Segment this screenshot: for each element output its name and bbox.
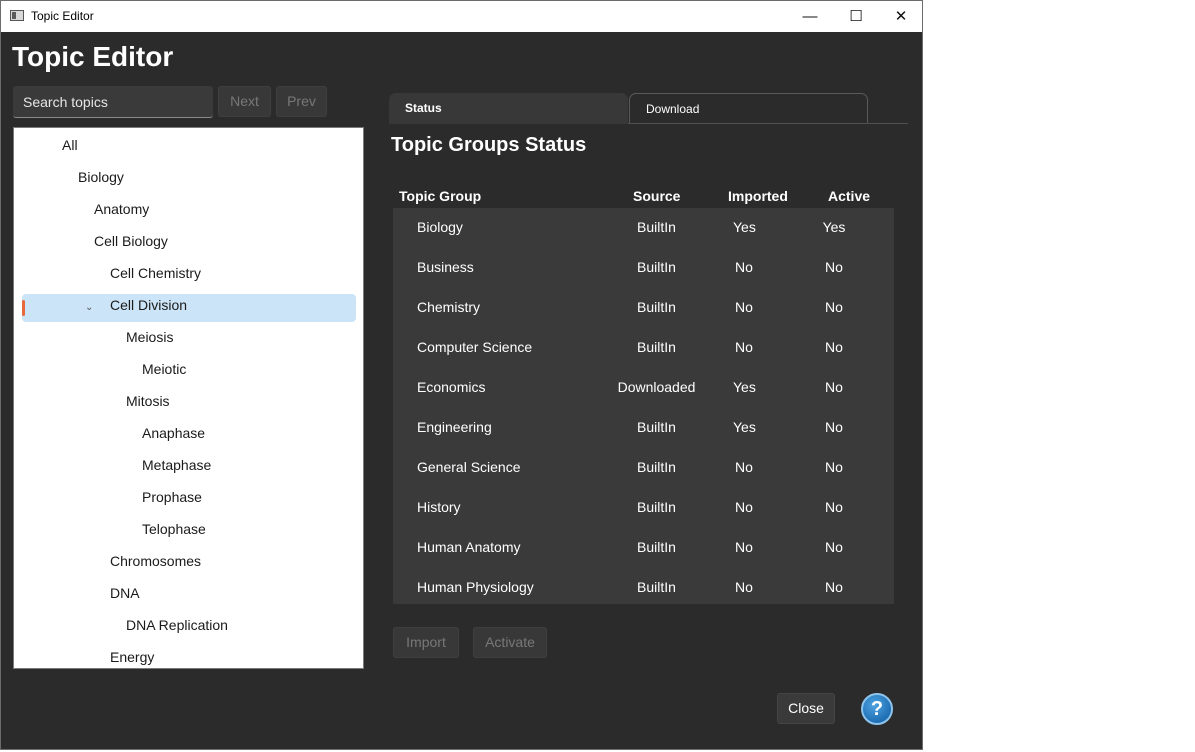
column-header-active: Active bbox=[828, 188, 871, 204]
cell-imported: No bbox=[735, 579, 753, 595]
section-title: Topic Groups Status bbox=[391, 134, 587, 156]
close-window-button[interactable]: ✕ bbox=[878, 1, 924, 32]
cell-topic-group: Human Physiology bbox=[417, 579, 534, 595]
cell-topic-group: Business bbox=[417, 259, 474, 275]
cell-active: No bbox=[825, 259, 843, 275]
table-row[interactable]: Human Physiology BuiltIn No No bbox=[393, 568, 894, 604]
window-title: Topic Editor bbox=[31, 9, 94, 23]
tab-download[interactable]: Download bbox=[629, 93, 868, 124]
cell-source: BuiltIn bbox=[637, 219, 676, 235]
table-row[interactable]: Computer Science BuiltIn No No bbox=[393, 328, 894, 368]
tree-selection-highlight bbox=[22, 294, 356, 322]
cell-source: BuiltIn bbox=[637, 419, 676, 435]
tree-item-telophase[interactable]: Telophase bbox=[142, 515, 206, 543]
table-row[interactable]: Human Anatomy BuiltIn No No bbox=[393, 528, 894, 568]
cell-topic-group: Human Anatomy bbox=[417, 539, 521, 555]
app-icon bbox=[10, 10, 24, 21]
tree-item-prophase[interactable]: Prophase bbox=[142, 483, 202, 511]
cell-imported: No bbox=[735, 459, 753, 475]
help-icon[interactable]: ? bbox=[861, 693, 893, 725]
cell-source: BuiltIn bbox=[637, 299, 676, 315]
tree-item-chromosomes[interactable]: Chromosomes bbox=[110, 547, 201, 575]
next-button[interactable]: Next bbox=[218, 86, 271, 117]
cell-active: No bbox=[825, 419, 843, 435]
tree-item-dna-replication[interactable]: DNA Replication bbox=[126, 611, 228, 639]
tree-item-all[interactable]: All bbox=[62, 131, 78, 159]
tree-item-cell-biology[interactable]: Cell Biology bbox=[94, 227, 168, 255]
cell-imported: Yes bbox=[733, 419, 756, 435]
cell-active: No bbox=[825, 379, 843, 395]
table-row[interactable]: Chemistry BuiltIn No No bbox=[393, 288, 894, 328]
cell-topic-group: Engineering bbox=[417, 419, 492, 435]
tab-status[interactable]: Status bbox=[389, 93, 628, 124]
cell-topic-group: Chemistry bbox=[417, 299, 481, 315]
client-area: Topic Editor Next Prev ⌄ All Biology Ana… bbox=[1, 32, 922, 749]
cell-topic-group: Biology bbox=[417, 219, 463, 235]
title-bar: Topic Editor — ☐ ✕ bbox=[1, 1, 922, 32]
tree-item-cell-division[interactable]: Cell Division bbox=[110, 291, 187, 319]
close-button[interactable]: Close bbox=[777, 693, 835, 724]
cell-topic-group: Economics bbox=[417, 379, 486, 395]
cell-active: No bbox=[825, 299, 843, 315]
cell-imported: Yes bbox=[733, 379, 756, 395]
cell-active: No bbox=[825, 579, 843, 595]
cell-active: No bbox=[825, 339, 843, 355]
cell-source: BuiltIn bbox=[637, 459, 676, 475]
chevron-down-icon[interactable]: ⌄ bbox=[85, 302, 93, 314]
import-button[interactable]: Import bbox=[393, 627, 459, 658]
cell-active: Yes bbox=[822, 219, 846, 235]
column-header-topic-group: Topic Group bbox=[399, 188, 482, 204]
search-input[interactable] bbox=[13, 86, 213, 118]
cell-active: No bbox=[825, 499, 843, 515]
tree-item-meiotic[interactable]: Meiotic bbox=[142, 355, 186, 383]
table-row[interactable]: General Science BuiltIn No No bbox=[393, 448, 894, 488]
tree-item-anatomy[interactable]: Anatomy bbox=[94, 195, 149, 223]
tab-divider bbox=[628, 123, 908, 124]
tree-item-mitosis[interactable]: Mitosis bbox=[126, 387, 170, 415]
cell-imported: No bbox=[735, 539, 753, 555]
activate-button[interactable]: Activate bbox=[473, 627, 547, 658]
tree-item-cell-chemistry[interactable]: Cell Chemistry bbox=[110, 259, 201, 287]
tree-item-biology[interactable]: Biology bbox=[78, 163, 124, 191]
cell-imported: Yes bbox=[733, 219, 756, 235]
selection-marker bbox=[22, 300, 25, 316]
prev-button[interactable]: Prev bbox=[276, 86, 327, 117]
cell-source: BuiltIn bbox=[637, 539, 676, 555]
table-row[interactable]: Engineering BuiltIn Yes No bbox=[393, 408, 894, 448]
cell-imported: No bbox=[735, 299, 753, 315]
cell-topic-group: History bbox=[417, 499, 461, 515]
column-header-source: Source bbox=[633, 188, 681, 204]
table-row[interactable]: History BuiltIn No No bbox=[393, 488, 894, 528]
table-row[interactable]: Business BuiltIn No No bbox=[393, 248, 894, 288]
cell-topic-group: General Science bbox=[417, 459, 521, 475]
tree-item-energy[interactable]: Energy bbox=[110, 643, 154, 668]
page-title: Topic Editor bbox=[12, 41, 174, 72]
cell-source: BuiltIn bbox=[637, 339, 676, 355]
table-row[interactable]: Biology BuiltIn Yes Yes bbox=[393, 208, 894, 248]
cell-source: BuiltIn bbox=[637, 579, 676, 595]
cell-source: BuiltIn bbox=[637, 499, 676, 515]
cell-imported: No bbox=[735, 499, 753, 515]
cell-imported: No bbox=[735, 339, 753, 355]
tree-item-dna[interactable]: DNA bbox=[110, 579, 140, 607]
cell-imported: No bbox=[735, 259, 753, 275]
topic-tree[interactable]: ⌄ All Biology Anatomy Cell Biology Cell … bbox=[13, 127, 364, 669]
cell-source: BuiltIn bbox=[637, 259, 676, 275]
cell-active: No bbox=[825, 539, 843, 555]
cell-active: No bbox=[825, 459, 843, 475]
column-header-imported: Imported bbox=[728, 188, 788, 204]
tree-item-metaphase[interactable]: Metaphase bbox=[142, 451, 211, 479]
minimize-button[interactable]: — bbox=[787, 1, 833, 32]
cell-topic-group: Computer Science bbox=[417, 339, 533, 355]
table-row[interactable]: Economics Downloaded Yes No bbox=[393, 368, 894, 408]
topic-editor-window: Topic Editor — ☐ ✕ Topic Editor Next Pre… bbox=[0, 0, 923, 750]
topic-groups-table: Biology BuiltIn Yes Yes Business BuiltIn… bbox=[393, 208, 894, 604]
maximize-button[interactable]: ☐ bbox=[833, 1, 879, 32]
tree-item-anaphase[interactable]: Anaphase bbox=[142, 419, 205, 447]
cell-source: Downloaded bbox=[617, 379, 696, 395]
tree-item-meiosis[interactable]: Meiosis bbox=[126, 323, 173, 351]
